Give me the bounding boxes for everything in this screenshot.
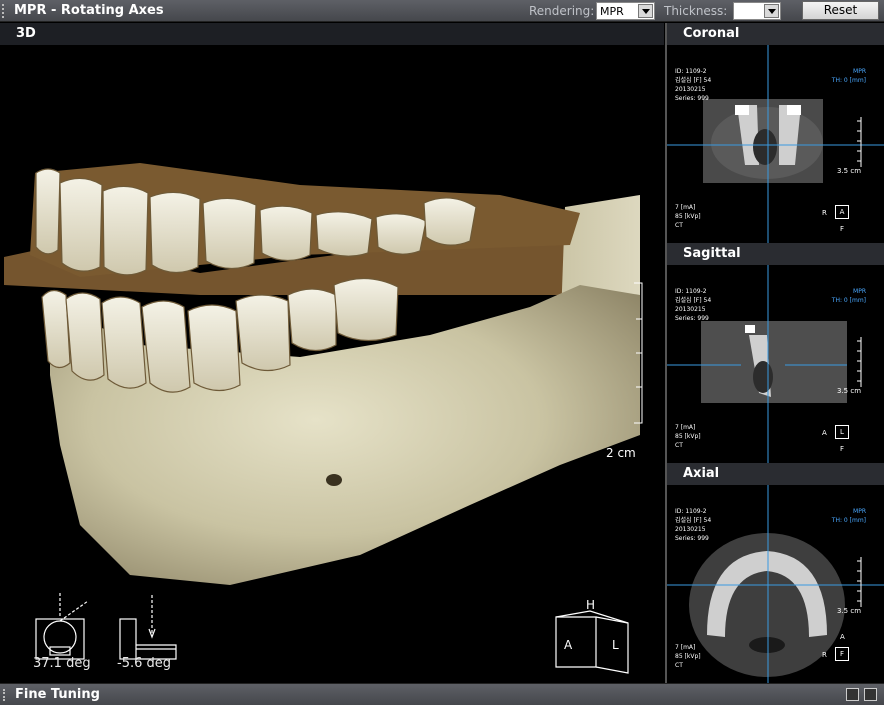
view-3d-header: 3D	[0, 23, 664, 45]
window-title: MPR - Rotating Axes	[14, 3, 164, 18]
coronal-info: ID: 1109-2 김설심 [F] 54 20130215 Series: 9…	[675, 68, 712, 102]
view-3d-pane[interactable]: 3D H A L 2 cm 37.1 deg -5.6 deg	[0, 23, 664, 683]
axial-info: ID: 1109-2 김설심 [F] 54 20130215 Series: 9…	[675, 508, 712, 542]
sagittal-orient-bottom: F	[840, 445, 845, 453]
coronal-title: Coronal	[683, 26, 740, 41]
reset-button[interactable]: Reset	[802, 1, 879, 20]
rotation-angle-2: -5.6 deg	[117, 656, 171, 671]
thickness-select[interactable]	[733, 2, 781, 20]
thickness-label: Thickness:	[664, 4, 728, 18]
coronal-orient-bottom: F	[840, 225, 845, 233]
orient-l-label: L	[612, 638, 619, 652]
restore-icon[interactable]	[846, 688, 859, 701]
coronal-orient-box: A	[835, 205, 849, 219]
orient-a-label: A	[564, 638, 573, 652]
sagittal-orient-box: L	[835, 425, 849, 439]
axial-orient-left: R	[822, 651, 827, 659]
fine-tuning-bar[interactable]: Fine Tuning	[0, 683, 884, 705]
rendering-value: MPR	[600, 5, 624, 18]
axial-pane[interactable]: Axial ID: 1109-2 김설심 [F] 54 20130215 Ser…	[667, 463, 884, 683]
sagittal-orient-left: A	[822, 429, 827, 437]
axial-orient-top: A	[840, 633, 845, 641]
sagittal-header: Sagittal	[667, 243, 884, 265]
orient-h-label: H	[586, 598, 595, 612]
title-bar: MPR - Rotating Axes Rendering: MPR Thick…	[0, 0, 884, 22]
rendering-select[interactable]: MPR	[596, 2, 655, 20]
coronal-params: MPR TH: 0 [mm]	[831, 68, 866, 84]
grip-icon[interactable]	[2, 4, 7, 18]
sagittal-pane[interactable]: Sagittal ID: 1109-2 김설심 [F] 54 20130215 …	[667, 243, 884, 463]
rotation-angle-1: 37.1 deg	[33, 656, 91, 671]
sagittal-params: MPR TH: 0 [mm]	[831, 288, 866, 304]
axial-title: Axial	[683, 466, 720, 481]
sagittal-title: Sagittal	[683, 246, 741, 261]
chevron-down-icon[interactable]	[764, 4, 779, 18]
coronal-scale: 3.5 cm	[837, 167, 862, 175]
rendering-label: Rendering:	[529, 4, 595, 18]
sagittal-exposure: 7 [mA] 85 [kVp] CT	[675, 424, 701, 449]
sagittal-info: ID: 1109-2 김설심 [F] 54 20130215 Series: 9…	[675, 288, 712, 322]
expand-icon[interactable]	[864, 688, 877, 701]
fine-tuning-label[interactable]: Fine Tuning	[15, 687, 100, 702]
coronal-header: Coronal	[667, 23, 884, 45]
coronal-orient-left: R	[822, 209, 827, 217]
axial-params: MPR TH: 0 [mm]	[831, 508, 866, 524]
axial-orient-box: F	[835, 647, 849, 661]
jaw-volume-render[interactable]: H A L 2 cm	[0, 45, 664, 683]
coronal-exposure: 7 [mA] 85 [kVp] CT	[675, 204, 701, 229]
axial-exposure: 7 [mA] 85 [kVp] CT	[675, 644, 701, 669]
sagittal-scale: 3.5 cm	[837, 387, 862, 395]
scale-label: 2 cm	[606, 446, 636, 460]
mpr-column: Coronal ID: 1109-2 김설심 [F] 54 20130215 S…	[665, 23, 884, 683]
axial-header: Axial	[667, 463, 884, 485]
view-3d-title: 3D	[16, 26, 36, 41]
coronal-pane[interactable]: Coronal ID: 1109-2 김설심 [F] 54 20130215 S…	[667, 23, 884, 243]
chevron-down-icon[interactable]	[638, 4, 653, 18]
grip-icon[interactable]	[3, 689, 8, 701]
axial-scale: 3.5 cm	[837, 607, 862, 615]
